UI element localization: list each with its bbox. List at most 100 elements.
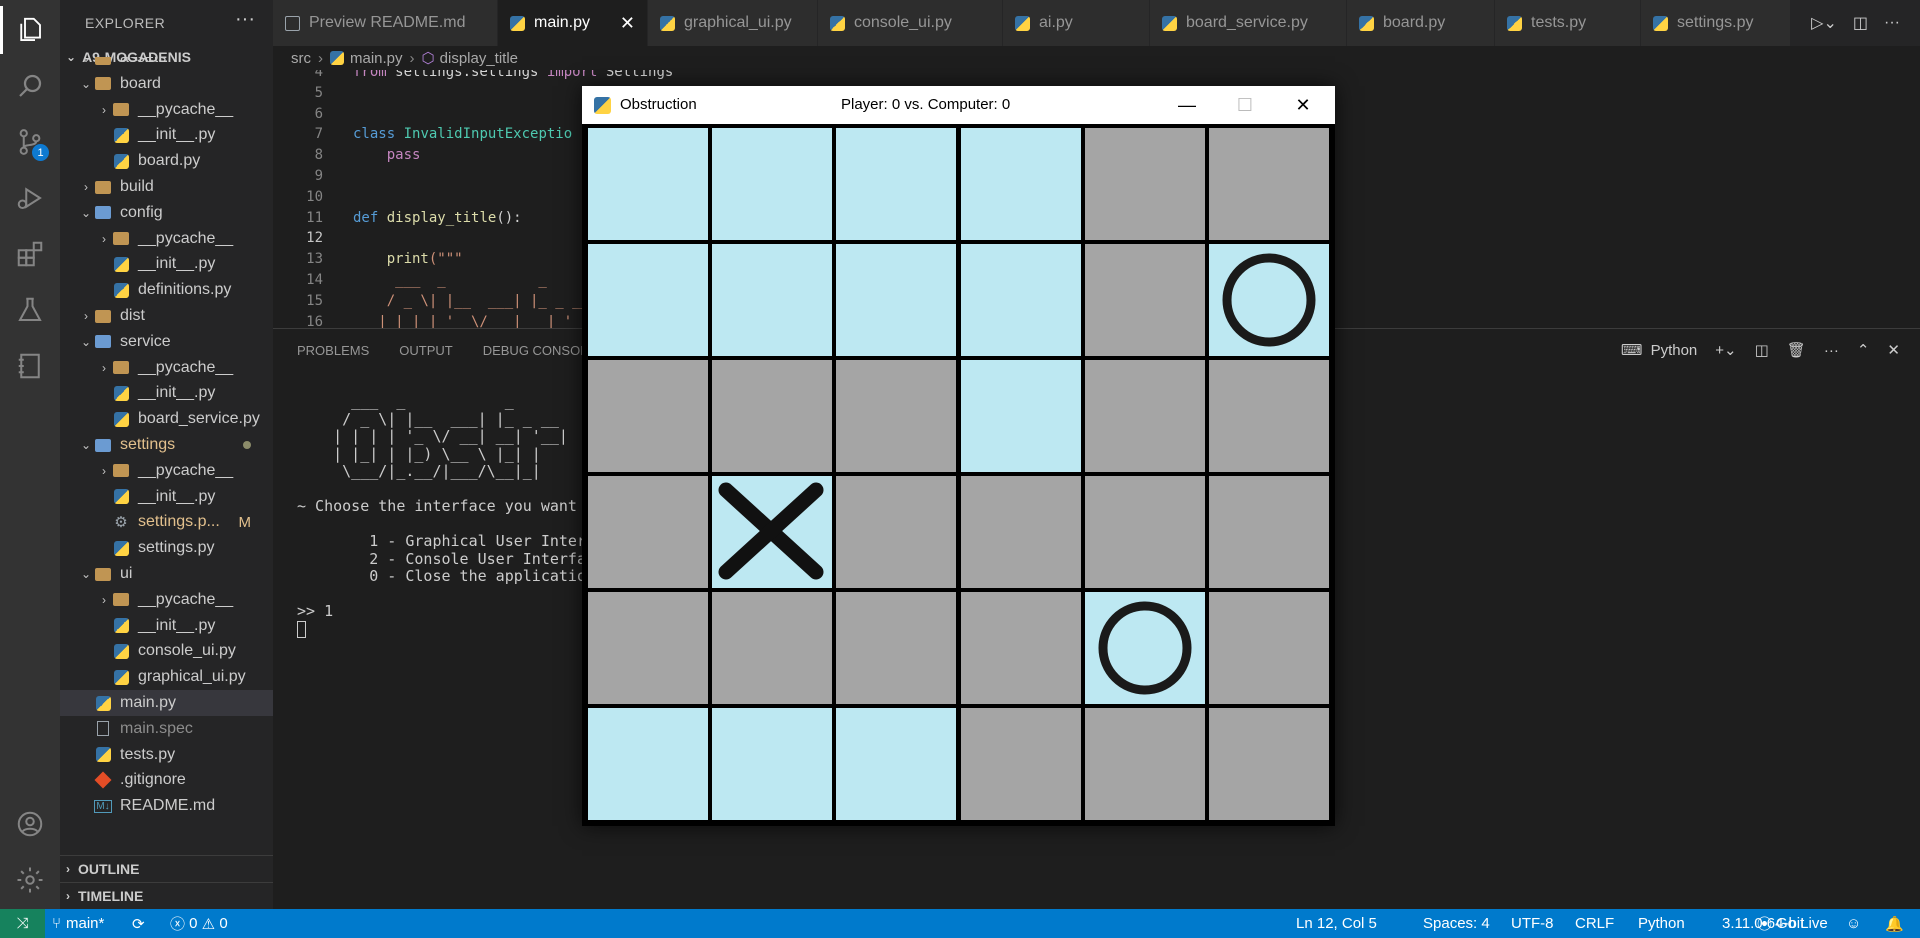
board-cell[interactable] [588,360,708,472]
board-cell[interactable] [836,128,957,240]
board-cell[interactable] [712,476,833,588]
terminal-name[interactable]: Python [1651,342,1698,359]
timeline-section[interactable]: › TIMELINE [60,882,273,908]
close-icon[interactable]: ✕ [1274,86,1332,124]
testing-icon[interactable] [0,282,60,338]
split-editor-icon[interactable]: ◫ [1853,13,1868,33]
board-cell[interactable] [1209,360,1329,472]
tree-item[interactable]: console_ui.py [60,638,273,664]
tree-item[interactable]: ⌄ settings [60,432,273,458]
more-actions-icon[interactable]: ··· [1884,14,1900,32]
board-cell[interactable] [1084,360,1205,472]
board-cell[interactable] [1084,708,1205,820]
board-cell[interactable] [588,476,708,588]
close-panel-icon[interactable]: ✕ [1887,341,1900,359]
minimize-icon[interactable]: — [1158,86,1216,124]
panel-tab[interactable]: OUTPUT [399,343,452,358]
panel-tab[interactable]: DEBUG CONSOLE [483,343,596,358]
breadcrumb-file[interactable]: main.py [350,50,403,67]
outline-section[interactable]: › OUTLINE [60,855,273,881]
tree-item[interactable]: M↓ README.md [60,793,273,819]
trash-icon[interactable]: 🗑 [1787,341,1806,359]
board-cell[interactable] [960,244,1081,356]
explorer-icon[interactable] [0,2,60,58]
tree-item[interactable]: main.spec [60,716,273,742]
board-cell[interactable] [1209,592,1329,704]
board-cell[interactable] [1209,128,1329,240]
tree-item[interactable]: › __pycache__ [60,458,273,484]
board-cell[interactable] [836,244,957,356]
tree-item[interactable]: ⌄ service [60,329,273,355]
tree-item[interactable]: › __pycache__ [60,587,273,613]
split-terminal-icon[interactable]: ◫ [1755,341,1769,359]
tree-item[interactable]: › __pycache__ [60,97,273,123]
board-cell[interactable] [1084,244,1205,356]
tree-item[interactable]: __init__.py [60,484,273,510]
cursor-position[interactable]: Ln 12, Col 5 [1296,909,1377,938]
tree-item[interactable]: ⌄ board [60,71,273,97]
tree-item[interactable]: › build [60,174,273,200]
terminal-output[interactable]: ___ _ _ / _ \| |__ ___| |_ _ __ | | | | … [297,392,586,638]
breadcrumb-folder[interactable]: src [291,50,311,67]
tree-item[interactable]: ⌄ config [60,200,273,226]
editor-tab[interactable]: board_service.py [1150,0,1347,46]
tree-item[interactable]: .gitignore [60,767,273,793]
board-cell[interactable] [960,592,1081,704]
tree-item[interactable]: __init__.py [60,613,273,639]
editor-tab[interactable]: tests.py [1495,0,1641,46]
tree-item[interactable]: graphical_ui.py [60,664,273,690]
board-cell[interactable] [712,708,833,820]
remote-icon[interactable]: ⤨ [0,909,45,938]
breadcrumb-symbol[interactable]: display_title [440,50,518,67]
editor-tab[interactable]: board.py [1347,0,1495,46]
tree-item[interactable]: __init__.py [60,122,273,148]
notebook-icon[interactable] [0,338,60,394]
run-debug-icon[interactable] [0,170,60,226]
board-cell[interactable] [1084,592,1205,704]
new-terminal-icon[interactable]: +⌄ [1715,341,1736,359]
tree-item[interactable]: tests.py [60,742,273,768]
maximize-panel-icon[interactable]: ⌃ [1857,341,1870,359]
tree-item[interactable]: ⚙ settings.p... M [60,509,273,535]
tree-item[interactable]: › __pycache__ [60,226,273,252]
maximize-icon[interactable]: ☐ [1216,86,1274,124]
board-cell[interactable] [1084,476,1205,588]
tree-item[interactable]: __init__.py [60,251,273,277]
tree-item[interactable]: ⌄ ui [60,561,273,587]
board-cell[interactable] [712,244,833,356]
board-cell[interactable] [960,476,1081,588]
indentation[interactable]: Spaces: 4 [1423,909,1490,938]
tree-item[interactable]: board.py [60,148,273,174]
language-mode[interactable]: Python [1638,909,1685,938]
branch-status[interactable]: ⑂ main* [52,909,104,938]
tree-item[interactable]: __init__.py [60,380,273,406]
encoding[interactable]: UTF-8 [1511,909,1554,938]
board-cell[interactable] [1209,244,1329,356]
notifications-icon[interactable]: 🔔 [1885,909,1904,938]
more-actions-icon[interactable]: ··· [235,8,255,31]
panel-tab[interactable]: PROBLEMS [297,343,369,358]
board-cell[interactable] [836,360,957,472]
end-of-line[interactable]: CRLF [1575,909,1614,938]
board-cell[interactable] [1209,476,1329,588]
board-cell[interactable] [960,360,1081,472]
search-icon[interactable] [0,58,60,114]
board-cell[interactable] [588,708,708,820]
editor-tab[interactable]: Preview README.md [273,0,498,46]
board-cell[interactable] [836,592,957,704]
board-cell[interactable] [588,128,708,240]
sync-icon[interactable]: ⟳ [132,909,145,938]
board-cell[interactable] [836,708,957,820]
feedback-icon[interactable]: ☺ [1846,909,1861,938]
board-cell[interactable] [836,476,957,588]
tree-item[interactable]: board_service.py [60,406,273,432]
go-live[interactable]: ⦿ Go Live [1757,909,1828,938]
tree-item[interactable]: settings.py [60,535,273,561]
board-cell[interactable] [588,244,708,356]
source-control-icon[interactable]: 1 [0,114,60,170]
board-cell[interactable] [1084,128,1205,240]
editor-tab[interactable]: main.py ✕ [498,0,648,46]
board-cell[interactable] [588,592,708,704]
run-python-icon[interactable]: ▷⌄ [1811,13,1837,33]
editor-tab[interactable]: settings.py [1641,0,1791,46]
